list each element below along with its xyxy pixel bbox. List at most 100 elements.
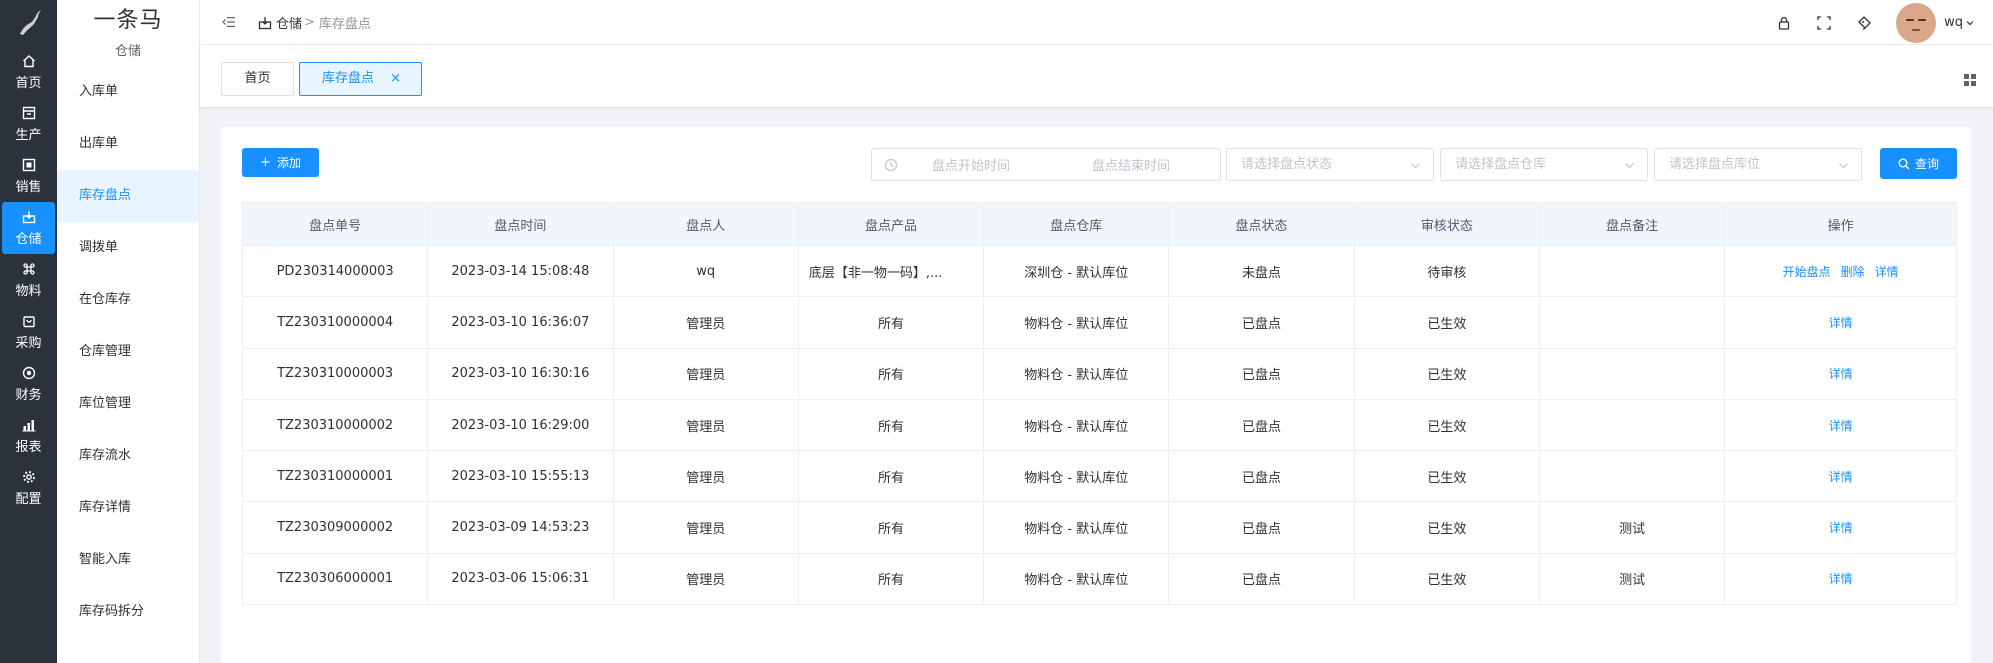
breadcrumb-current: 库存盘点 [318,17,371,32]
row-action-link[interactable]: 开始盘点 [1783,263,1831,280]
cell-status: 已盘点 [1169,502,1355,553]
rail-item-7[interactable]: 报表 [0,410,57,462]
theme-brush-icon[interactable] [1856,15,1872,31]
rail-item-label: 仓储 [15,232,42,247]
count-warehouse-placeholder: 请选择盘点仓库 [1455,157,1547,172]
count-warehouse-select[interactable]: 请选择盘点仓库 [1440,148,1648,181]
breadcrumb-parent[interactable]: 仓储 [276,13,302,32]
table-row[interactable]: TZ230310000001 2023-03-10 15:55:13 管理员 所有 物料… [243,451,1956,503]
rail-item-1[interactable]: 生产 [0,98,57,150]
cell-person: wq [614,246,799,297]
add-button-label: 添加 [276,156,301,170]
user-name[interactable]: wq [1944,15,1963,30]
rail-item-8[interactable]: 配置 [0,462,57,514]
cell-person: 管理员 [614,399,799,451]
submenu-item-7[interactable]: 库存流水 [57,430,199,482]
rail-item-3[interactable]: 仓储 [2,202,55,254]
close-icon[interactable]: × [390,63,401,95]
bar-chart-icon [21,417,37,433]
cell-status: 未盘点 [1169,246,1355,297]
row-action-link[interactable]: 详情 [1829,314,1853,331]
chevron-down-icon[interactable] [1965,18,1975,28]
add-button[interactable]: + 添加 [242,148,319,177]
column-header: 盘点人 [614,203,799,245]
submenu-item-9[interactable]: 智能入库 [57,534,199,586]
submenu-item-3[interactable]: 调拨单 [57,222,199,274]
cell-warehouse: 物料仓 - 默认库位 [984,348,1170,399]
cell-text: 未盘点 [1242,265,1282,281]
cell-text: 已生效 [1427,573,1467,589]
start-date-input[interactable]: 盘点开始时间 [932,155,1010,174]
grid-menu-icon[interactable] [1963,73,1977,87]
cell-status: 已盘点 [1169,297,1355,348]
cell-time: 2023-03-06 15:06:31 [428,553,614,605]
table-row[interactable]: TZ230310000003 2023-03-10 16:30:16 管理员 所有 物料… [243,348,1956,400]
row-action-link[interactable]: 详情 [1875,263,1899,280]
row-action-link[interactable]: 详情 [1829,570,1853,587]
table-row[interactable]: TZ230309000002 2023-03-09 14:53:23 管理员 所有 物料… [243,502,1956,554]
rail-item-4[interactable]: 物料 [0,254,57,306]
rail-item-label: 生产 [15,128,42,143]
submenu-item-8[interactable]: 库存详情 [57,482,199,534]
cell-status: 已盘点 [1169,553,1355,605]
cell-text: 管理员 [686,316,726,332]
count-location-select[interactable]: 请选择盘点库位 [1654,148,1862,181]
count-date-range-picker[interactable]: 盘点开始时间 盘点结束时间 [871,148,1221,181]
row-action-link[interactable]: 详情 [1829,519,1853,536]
submenu-item-6[interactable]: 库位管理 [57,378,199,430]
cell-text: 物料仓 - 默认库位 [1024,368,1129,384]
rail-item-5[interactable]: 采购 [0,306,57,358]
submenu-item-4[interactable]: 在仓库存 [57,274,199,326]
main-nav-rail: 首页生产销售仓储物料 采购财务报表 配置 [0,0,57,663]
menu-fold-icon[interactable] [222,15,236,29]
table-row[interactable]: TZ230306000001 2023-03-06 15:06:31 管理员 所有 物料… [243,553,1956,606]
count-status-select[interactable]: 请选择盘点状态 [1226,148,1434,181]
cell-remark [1540,399,1726,451]
brand: 一条马 仓储 [57,0,199,66]
cell-time: 2023-03-10 15:55:13 [428,451,614,502]
query-button[interactable]: 查询 [1880,148,1957,179]
sub-menu: 一条马 仓储 入库单 出库单 库存盘点 调拨单 在仓库存 仓库管理 库位管理 库存流水 库存详情… [57,0,200,663]
submenu-item-0[interactable]: 入库单 [57,66,199,118]
cell-actions: 详情 [1725,297,1956,347]
cell-warehouse: 物料仓 - 默认库位 [984,451,1170,502]
fullscreen-icon[interactable] [1816,15,1832,31]
row-action-link[interactable]: 详情 [1829,417,1853,434]
app-logo[interactable] [0,0,57,46]
brand-name: 一条马 [93,7,163,33]
command-icon [21,261,37,277]
table-row[interactable]: PD230314000003 2023-03-14 15:08:48 wq 底层【非一… [243,246,1956,298]
lock-icon[interactable] [1776,15,1792,31]
rail-item-2[interactable]: 销售 [0,150,57,202]
tag-home[interactable]: 首页 [221,62,294,96]
column-header: 审核状态 [1355,203,1540,245]
row-action-link[interactable]: 删除 [1841,263,1865,280]
cell-warehouse: 物料仓 - 默认库位 [984,502,1170,553]
submenu-item-2[interactable]: 库存盘点 [57,170,199,222]
submenu-item-1[interactable]: 出库单 [57,118,199,170]
tag-inventory-count[interactable]: 库存盘点 × [299,62,422,96]
cell-audit: 已生效 [1355,297,1540,348]
cell-person: 管理员 [614,297,799,348]
rail-item-6[interactable]: 财务 [0,358,57,410]
cell-person: 管理员 [614,502,799,553]
column-header: 盘点单号 [243,203,429,245]
cell-text: 已盘点 [1242,470,1282,486]
table-row[interactable]: TZ230310000002 2023-03-10 16:29:00 管理员 所有 物料… [243,399,1956,452]
cell-actions: 开始盘点 删除 详情 [1725,246,1956,296]
cell-audit: 待审核 [1355,246,1540,297]
inventory-count-table: 盘点单号 盘点时间 盘点人 盘点产品 盘点仓库 盘点状态 审核状态 盘点备注 操作 PD2303… [242,202,1957,606]
cell-audit: 已生效 [1355,502,1540,553]
submenu-item-10[interactable]: 库存码拆分 [57,586,199,638]
submenu-item-5[interactable]: 仓库管理 [57,326,199,378]
end-date-input[interactable]: 盘点结束时间 [1092,155,1170,174]
cell-warehouse: 物料仓 - 默认库位 [984,399,1170,451]
row-action-link[interactable]: 详情 [1829,365,1853,382]
rail-item-0[interactable]: 首页 [0,46,57,98]
table-row[interactable]: TZ230310000004 2023-03-10 16:36:07 管理员 所有 物料… [243,297,1956,349]
cell-product: 所有 [799,297,985,348]
row-action-link[interactable]: 详情 [1829,468,1853,485]
cell-text: 深圳仓 - 默认库位 [1024,265,1129,281]
avatar[interactable] [1896,2,1937,43]
rail-item-label: 财务 [15,388,42,403]
